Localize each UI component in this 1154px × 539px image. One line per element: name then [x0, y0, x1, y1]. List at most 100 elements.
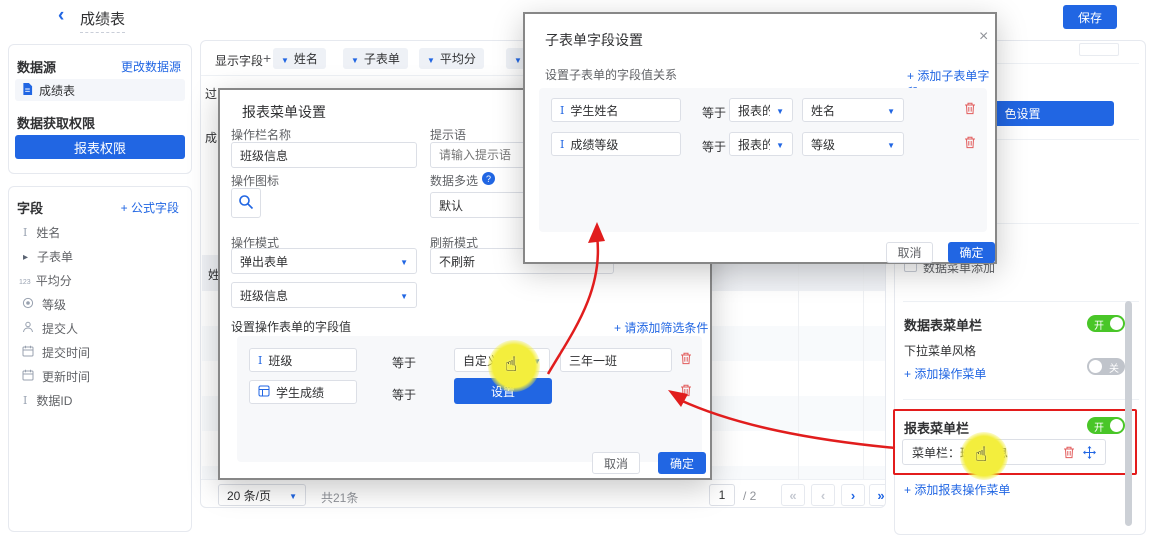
- add-report-menu-link[interactable]: + 添加报表操作菜单: [904, 481, 1010, 498]
- cancel-button[interactable]: 取消: [592, 452, 640, 474]
- back-icon[interactable]: ‹: [58, 5, 64, 27]
- tip-label: 提示语: [430, 126, 466, 143]
- modal-title: 子表单字段设置: [545, 30, 643, 50]
- field-input-class[interactable]: 班级: [249, 348, 357, 372]
- hand-cursor-icon: ☝: [505, 352, 517, 377]
- delete-icon[interactable]: [964, 136, 976, 149]
- field-pill-average[interactable]: 平均分: [419, 48, 484, 69]
- search-icon: [238, 194, 254, 213]
- first-page-button[interactable]: «: [781, 484, 805, 506]
- total-count-label: 共21条: [321, 489, 358, 506]
- add-action-menu-link[interactable]: + 添加操作菜单: [904, 365, 986, 382]
- field-item-average[interactable]: 平均分: [19, 269, 72, 291]
- op-name-label: 操作栏名称: [231, 126, 291, 143]
- field-item-submitter[interactable]: 提交人: [22, 317, 78, 339]
- multi-select-label: 数据多选: [430, 172, 478, 189]
- bg-filter-label: 过: [205, 85, 217, 102]
- operator-label: 等于: [702, 104, 726, 121]
- save-button[interactable]: 保存: [1063, 5, 1117, 29]
- dropdown-style-toggle[interactable]: 关: [1087, 358, 1125, 375]
- op-icon-picker[interactable]: [231, 188, 261, 218]
- subform-field-input[interactable]: 学生姓名: [551, 98, 681, 122]
- add-formula-field-link[interactable]: + 公式字段: [121, 199, 179, 216]
- value-input[interactable]: 三年一班: [560, 348, 672, 372]
- datasource-title: 数据源: [17, 57, 56, 76]
- close-icon[interactable]: ×: [979, 28, 988, 46]
- datasource-item[interactable]: 成绩表: [15, 79, 185, 101]
- source-select[interactable]: 报表的...: [729, 132, 793, 156]
- page-title: 成绩表: [80, 8, 125, 33]
- display-fields-label: 显示字段: [215, 52, 263, 69]
- caret-down-icon: [887, 137, 895, 151]
- modal-title: 报表菜单设置: [242, 102, 326, 122]
- field-pill-subform[interactable]: 子表单: [343, 48, 408, 69]
- target-select[interactable]: 等级: [802, 132, 904, 156]
- panel-scrollbar[interactable]: [1125, 301, 1132, 526]
- field-value-section-title: 设置操作表单的字段值: [231, 318, 351, 335]
- add-display-field-button[interactable]: +: [263, 50, 271, 66]
- relation-panel: 学生姓名 等于 报表的... 姓名 成绩等级 等于 报表的... 等级: [539, 88, 987, 232]
- prev-page-button[interactable]: ‹: [811, 484, 835, 506]
- caret-down-icon: [887, 103, 895, 117]
- option-icon: [22, 297, 34, 312]
- op-icon-label: 操作图标: [231, 172, 279, 189]
- next-page-button[interactable]: ›: [841, 484, 865, 506]
- operator-label: 等于: [392, 386, 416, 403]
- text-field-icon: [258, 353, 262, 367]
- source-select[interactable]: 报表的...: [729, 98, 793, 122]
- target-select[interactable]: 姓名: [802, 98, 904, 122]
- relation-section-title: 设置子表单的字段值关系: [545, 66, 677, 83]
- report-menu-toggle[interactable]: 开: [1087, 417, 1125, 434]
- panel-divider: [903, 301, 1139, 302]
- current-page-input[interactable]: 1: [709, 484, 735, 506]
- table-column-divider: [863, 255, 864, 479]
- delete-icon[interactable]: [964, 102, 976, 115]
- operator-label: 等于: [702, 138, 726, 155]
- field-input-student-score[interactable]: 学生成绩: [249, 380, 357, 404]
- page-size-select[interactable]: 20 条/页: [218, 484, 306, 506]
- form-select[interactable]: 班级信息: [231, 282, 417, 308]
- subform-field-settings-modal: 子表单字段设置 × 设置子表单的字段值关系 + 添加子表单字段 学生姓名 等于 …: [523, 12, 997, 264]
- caret-down-icon: [400, 254, 408, 268]
- report-menu-highlight-box: 报表菜单栏 开 菜单栏：班级信息: [893, 409, 1137, 475]
- question-icon[interactable]: ?: [482, 172, 495, 185]
- confirm-button[interactable]: 确定: [658, 452, 706, 474]
- last-page-button[interactable]: »: [869, 484, 886, 506]
- caret-down-icon: [351, 52, 359, 66]
- person-icon: [22, 321, 34, 336]
- report-designer-screen: ‹ 成绩表 保存 数据源 更改数据源 成绩表 数据获取权限 报表权限 字段 + …: [0, 0, 1154, 539]
- field-item-name[interactable]: 姓名: [23, 221, 60, 243]
- subform-field-input[interactable]: 成绩等级: [551, 132, 681, 156]
- table-menu-toggle[interactable]: 开: [1087, 315, 1125, 332]
- add-filter-link[interactable]: + 请添加筛选条件: [614, 319, 708, 336]
- move-icon[interactable]: [1083, 446, 1096, 459]
- delete-icon[interactable]: [1063, 446, 1075, 459]
- field-item-subform[interactable]: 子表单: [23, 245, 73, 267]
- calendar-icon: [22, 345, 34, 360]
- text-field-icon: [560, 103, 564, 117]
- fields-card: 字段 + 公式字段 姓名 子表单 平均分 等级 提交人 提交时间 更新时间 数据…: [8, 186, 192, 532]
- caret-down-icon: [281, 52, 289, 66]
- delete-icon[interactable]: [680, 384, 692, 397]
- cancel-button[interactable]: 取消: [886, 242, 933, 263]
- op-mode-select[interactable]: 弹出表单: [231, 248, 417, 274]
- report-permission-button[interactable]: 报表权限: [15, 135, 185, 159]
- text-field-icon: [23, 225, 27, 239]
- hand-cursor-icon: ☝: [975, 442, 987, 467]
- field-item-grade[interactable]: 等级: [22, 293, 66, 315]
- field-item-submit-time[interactable]: 提交时间: [22, 341, 90, 363]
- number-icon: [19, 273, 31, 287]
- change-datasource-link[interactable]: 更改数据源: [121, 58, 181, 75]
- caret-down-icon: [514, 52, 522, 66]
- panel-divider: [903, 399, 1139, 400]
- field-item-data-id[interactable]: 数据ID: [23, 389, 72, 411]
- op-name-input[interactable]: 班级信息: [231, 142, 417, 168]
- field-item-update-time[interactable]: 更新时间: [22, 365, 90, 387]
- table-menu-title: 数据表菜单栏: [904, 315, 982, 334]
- form-icon: [258, 385, 270, 400]
- confirm-button[interactable]: 确定: [948, 242, 995, 263]
- field-pill-name[interactable]: 姓名: [273, 48, 326, 69]
- partial-control: [1079, 43, 1119, 56]
- fields-title: 字段: [17, 198, 43, 217]
- delete-icon[interactable]: [680, 352, 692, 365]
